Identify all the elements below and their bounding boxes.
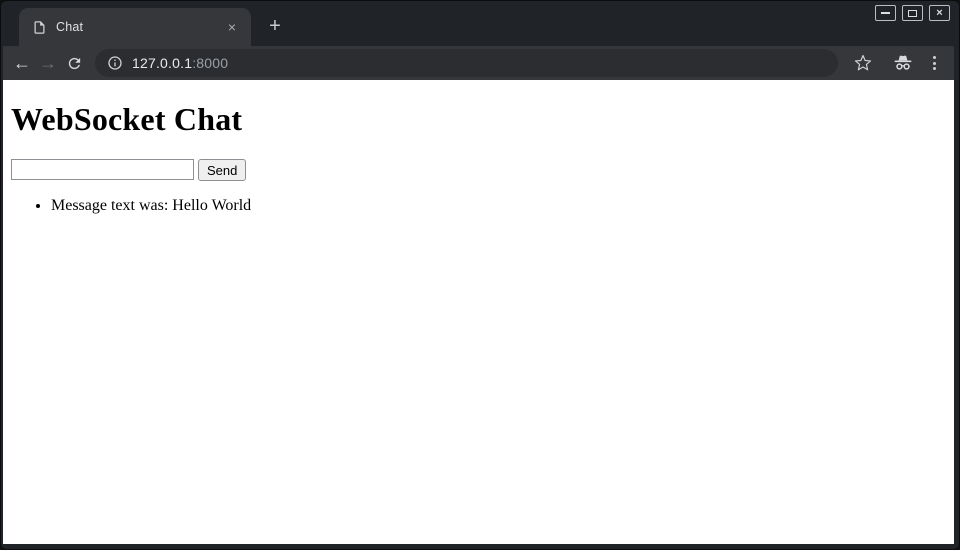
bookmark-button[interactable] — [850, 50, 876, 76]
navigation-toolbar: ← → 127.0.0.1:8000 — [3, 46, 954, 80]
browser-window: Chat × + × ← → 127.0.0.1:8000 — [0, 0, 960, 550]
site-info-icon[interactable] — [107, 55, 123, 71]
plus-icon: + — [269, 16, 281, 36]
kebab-menu-icon — [933, 56, 936, 59]
browser-menu-button[interactable] — [924, 50, 944, 76]
page-title: WebSocket Chat — [11, 101, 946, 138]
tab-strip: Chat × + × — [3, 1, 954, 46]
minimize-button[interactable] — [875, 5, 896, 21]
tab-chat[interactable]: Chat × — [19, 8, 251, 46]
tab-close-icon[interactable]: × — [223, 18, 241, 36]
window-controls: × — [875, 5, 950, 21]
page-content: WebSocket Chat Send Message text was: He… — [3, 80, 954, 544]
message-input[interactable] — [11, 159, 194, 180]
new-tab-button[interactable]: + — [261, 12, 289, 40]
incognito-icon — [892, 52, 914, 74]
maximize-button[interactable] — [902, 5, 923, 21]
chat-form: Send — [11, 159, 946, 181]
address-bar[interactable]: 127.0.0.1:8000 — [95, 49, 838, 77]
url-port: :8000 — [192, 55, 228, 71]
maximize-icon — [908, 10, 917, 17]
page-document-icon — [32, 20, 47, 35]
close-button[interactable]: × — [929, 5, 950, 21]
url-host: 127.0.0.1 — [132, 55, 192, 71]
reload-icon — [66, 55, 83, 72]
forward-arrow-icon: → — [39, 53, 57, 74]
star-icon — [854, 54, 872, 72]
incognito-indicator — [890, 50, 916, 76]
send-button[interactable]: Send — [198, 159, 246, 181]
message-list-item: Message text was: Hello World — [51, 197, 946, 215]
back-arrow-icon: ← — [13, 53, 31, 74]
tab-title: Chat — [56, 20, 223, 34]
reload-button[interactable] — [61, 50, 87, 76]
minimize-icon — [881, 12, 890, 14]
url-text: 127.0.0.1:8000 — [132, 55, 228, 71]
message-list: Message text was: Hello World — [11, 197, 946, 215]
back-button[interactable]: ← — [9, 50, 35, 76]
forward-button[interactable]: → — [35, 50, 61, 76]
close-icon: × — [936, 8, 942, 19]
